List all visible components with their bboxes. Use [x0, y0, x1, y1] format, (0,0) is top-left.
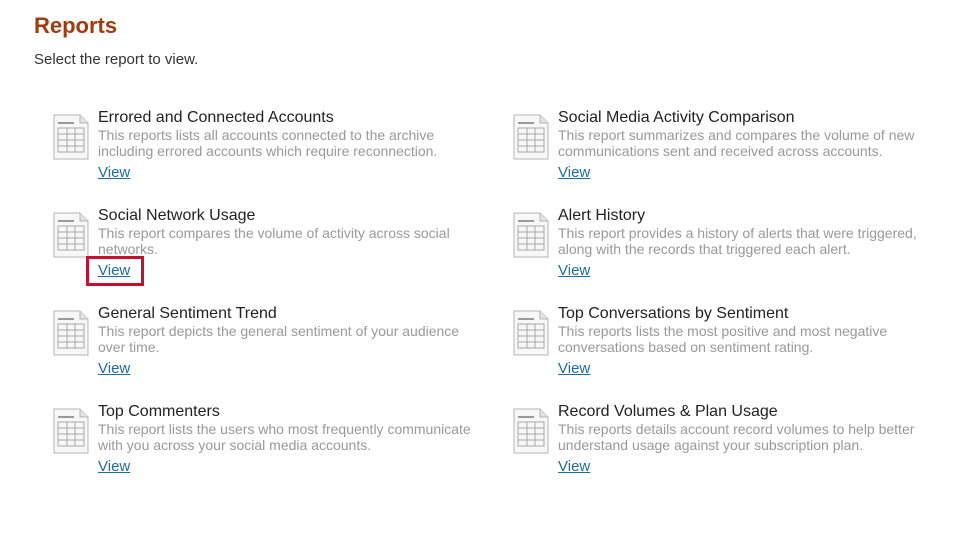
report-description: This report provides a history of alerts… [558, 225, 917, 257]
highlight-box [86, 256, 144, 286]
page-title: Reports [34, 13, 118, 38]
view-link[interactable]: View [558, 360, 590, 377]
report-title: Social Network Usage [98, 207, 256, 224]
report-description: This report depicts the general sentimen… [98, 323, 460, 355]
report-description: This reports lists all accounts connecte… [98, 127, 438, 159]
page-subtitle: Select the report to view. [34, 51, 199, 68]
report-description: This report summarizes and compares the … [558, 127, 915, 159]
report-title: Alert History [558, 207, 646, 224]
report-description: This report compares the volume of activ… [98, 225, 450, 257]
view-link[interactable]: View [558, 458, 590, 475]
report-description: This reports details account record volu… [558, 421, 915, 453]
view-link[interactable]: View [558, 262, 590, 279]
view-link[interactable]: View [98, 164, 130, 181]
view-link[interactable]: View [98, 458, 130, 475]
report-title: General Sentiment Trend [98, 305, 277, 322]
report-document-icon [513, 310, 549, 356]
report-description: This reports lists the most positive and… [558, 323, 888, 355]
view-link[interactable]: View [98, 360, 130, 377]
report-item-top-commenters: Top Commenters This report lists the use… [53, 403, 473, 483]
report-item-top-conversations-by-sentiment: Top Conversations by Sentiment This repo… [513, 305, 933, 385]
report-document-icon [513, 408, 549, 454]
report-description: This report lists the users who most fre… [98, 421, 471, 453]
report-title: Record Volumes & Plan Usage [558, 403, 778, 420]
report-document-icon [513, 212, 549, 258]
report-item-record-volumes-plan-usage: Record Volumes & Plan Usage This reports… [513, 403, 933, 483]
report-item-alert-history: Alert History This report provides a his… [513, 207, 933, 287]
report-document-icon [53, 408, 89, 454]
report-title: Top Conversations by Sentiment [558, 305, 789, 322]
report-title: Top Commenters [98, 403, 220, 420]
report-document-icon [53, 212, 89, 258]
report-document-icon [53, 310, 89, 356]
report-item-errored-connected-accounts: Errored and Connected Accounts This repo… [53, 109, 473, 189]
report-item-social-media-activity-comparison: Social Media Activity Comparison This re… [513, 109, 933, 189]
report-document-icon [513, 114, 549, 160]
report-title: Social Media Activity Comparison [558, 109, 795, 126]
report-title: Errored and Connected Accounts [98, 109, 334, 126]
report-item-general-sentiment-trend: General Sentiment Trend This report depi… [53, 305, 473, 385]
view-link[interactable]: View [558, 164, 590, 181]
report-document-icon [53, 114, 89, 160]
